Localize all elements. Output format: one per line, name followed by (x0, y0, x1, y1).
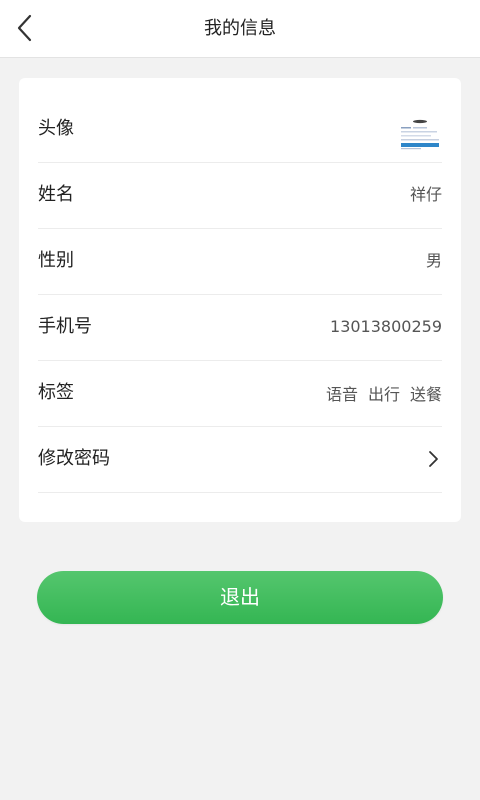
change-password-label: 修改密码 (38, 448, 110, 469)
avatar[interactable] (398, 118, 442, 152)
tag-item: 送餐 (409, 385, 442, 404)
gender-value: 男 (425, 251, 442, 270)
gender-label: 性别 (38, 250, 74, 271)
profile-card: 头像 姓名 祥仔 性别 男 手机号 13013800259 标签 语音 出行 送… (19, 78, 461, 522)
change-password-row[interactable]: 修改密码 (38, 426, 442, 493)
tag-item: 语音 (325, 385, 358, 404)
phone-label: 手机号 (38, 316, 92, 337)
tag-list: 语音 出行 送餐 (326, 360, 442, 426)
avatar-row[interactable]: 头像 (38, 96, 442, 163)
tags-label: 标签 (38, 382, 74, 403)
header-bar: 我的信息 (0, 0, 480, 58)
name-value: 祥仔 (409, 185, 442, 204)
name-label: 姓名 (38, 184, 74, 205)
logout-button[interactable]: 退出 (37, 571, 443, 624)
phone-value: 13013800259 (330, 317, 442, 336)
tag-item: 出行 (367, 385, 400, 404)
chevron-right-icon (429, 451, 438, 467)
tags-row[interactable]: 标签 语音 出行 送餐 (38, 360, 442, 427)
avatar-label: 头像 (38, 118, 74, 139)
page-title: 我的信息 (204, 18, 276, 39)
phone-row[interactable]: 手机号 13013800259 (38, 294, 442, 361)
name-row[interactable]: 姓名 祥仔 (38, 162, 442, 229)
gender-row[interactable]: 性别 男 (38, 228, 442, 295)
avatar-image (398, 118, 442, 152)
